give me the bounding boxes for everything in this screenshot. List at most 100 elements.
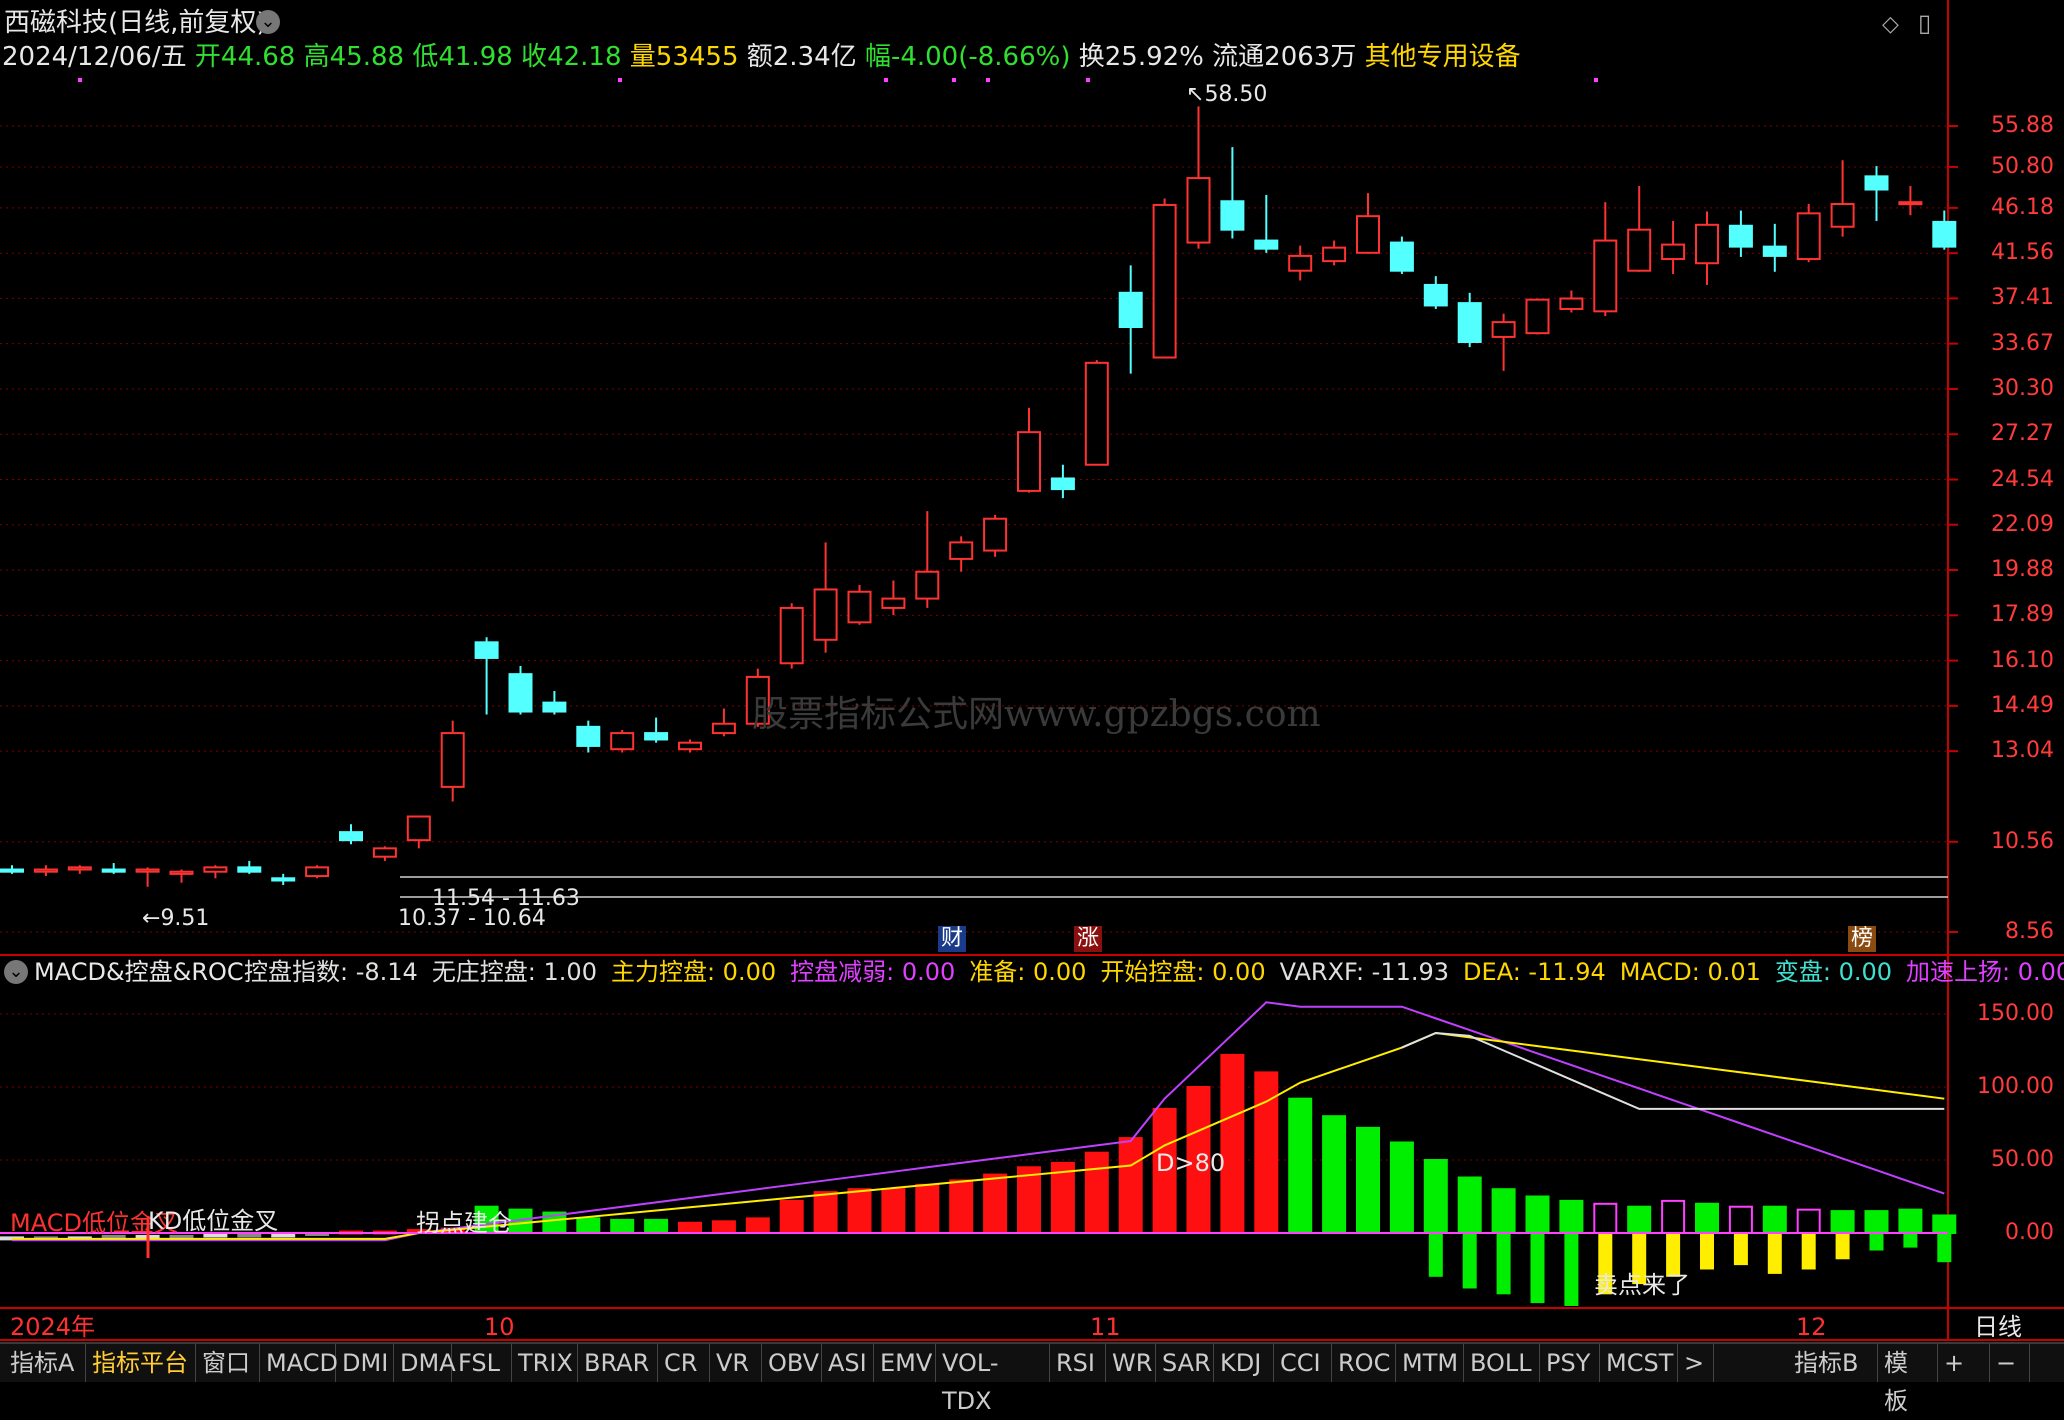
candle-body[interactable] (474, 641, 499, 659)
limit-up-tag[interactable]: 涨 (1074, 926, 1103, 952)
candle-body[interactable] (1796, 212, 1821, 261)
price-tick-label: 14.49 (1991, 692, 2054, 718)
candle-body[interactable] (1423, 283, 1448, 307)
finance-tag[interactable]: 财 (938, 926, 967, 952)
candle-body[interactable] (576, 725, 601, 747)
candle-body[interactable] (542, 701, 567, 713)
candle-body[interactable] (1186, 177, 1211, 244)
candle-body[interactable] (1525, 298, 1550, 335)
macd-bar (711, 1220, 736, 1234)
candle-body[interactable] (1728, 224, 1753, 248)
candle-body[interactable] (1322, 246, 1347, 263)
candle-body[interactable] (1593, 239, 1618, 313)
candle-body[interactable] (644, 732, 669, 741)
macd-bar (1796, 1208, 1821, 1235)
candle-body[interactable] (1864, 175, 1889, 191)
candle-body[interactable] (1898, 201, 1923, 206)
candle-body[interactable] (237, 866, 262, 873)
tab-21[interactable]: MTM (1396, 1344, 1464, 1382)
tab-14[interactable]: VOL-TDX (936, 1344, 1050, 1415)
candle-body[interactable] (169, 870, 194, 875)
candle-body[interactable] (1830, 203, 1855, 228)
candle-body[interactable] (271, 877, 296, 882)
candle-body[interactable] (1084, 361, 1109, 466)
tab-7[interactable]: TRIX (512, 1344, 578, 1382)
indicator-dropdown-icon[interactable]: ⌄ (4, 960, 28, 984)
candle-body[interactable] (305, 866, 330, 878)
candle-body[interactable] (1661, 243, 1686, 261)
candle-body[interactable] (915, 570, 940, 600)
tab-8[interactable]: BRAR (578, 1344, 658, 1382)
tab-10[interactable]: VR (710, 1344, 762, 1382)
candle-body[interactable] (678, 741, 702, 751)
candle-body[interactable] (1017, 431, 1041, 492)
tab-15[interactable]: RSI (1050, 1344, 1106, 1382)
signal-dot (952, 78, 956, 82)
macd-bar (949, 1179, 974, 1234)
candle-body[interactable] (1457, 302, 1482, 343)
candle-body[interactable] (1389, 241, 1414, 272)
candle-body[interactable] (1762, 245, 1787, 257)
candle-body[interactable] (949, 541, 974, 560)
candle-body[interactable] (1491, 321, 1516, 338)
tab-13[interactable]: EMV (874, 1344, 936, 1382)
tab-19[interactable]: CCI (1274, 1344, 1332, 1382)
tab-23[interactable]: PSY (1540, 1344, 1600, 1382)
rank-tag[interactable]: 榜 (1848, 926, 1877, 952)
indicator-tab-bar: 指标A 指标平台 窗口 MACD DMI DMA FSL TRIX BRAR CR VR OBV ASI… (0, 1342, 2064, 1415)
tab-5[interactable]: DMA (394, 1344, 456, 1382)
tab-22[interactable]: BOLL (1464, 1344, 1540, 1382)
candle-body[interactable] (203, 866, 228, 873)
tab-18[interactable]: KDJ (1214, 1344, 1274, 1382)
tab-26[interactable]: 指标B (1788, 1344, 1878, 1382)
candle-body[interactable] (1288, 254, 1313, 272)
tab-11[interactable]: OBV (762, 1344, 822, 1382)
tab-4[interactable]: DMI (336, 1344, 394, 1382)
candle-body[interactable] (813, 588, 838, 641)
tab-16[interactable]: WR (1106, 1344, 1156, 1382)
price-tick-label: 55.88 (1991, 113, 2054, 138)
tab-2[interactable]: 窗口 (196, 1344, 260, 1382)
candle-body[interactable] (711, 722, 736, 735)
candle-body[interactable] (1356, 215, 1380, 254)
candle-body[interactable] (33, 868, 58, 873)
candle-body[interactable] (1627, 228, 1652, 272)
candle-body[interactable] (1152, 203, 1177, 359)
tab-27[interactable]: 模 板 (1878, 1344, 1938, 1415)
candle-body[interactable] (847, 590, 872, 624)
candle-body[interactable] (1695, 223, 1719, 265)
candle-body[interactable] (1220, 200, 1245, 231)
indicator-name[interactable]: MACD&控盘&ROC (34, 957, 244, 987)
candle-body[interactable] (881, 597, 906, 609)
candle-body[interactable] (406, 815, 431, 842)
candle-body[interactable] (779, 606, 804, 665)
tab-24[interactable]: MCST (1600, 1344, 1678, 1382)
candlestick-chart[interactable] (0, 0, 2064, 1380)
tab-1[interactable]: 指标平台 (86, 1344, 196, 1382)
candle-body[interactable] (1559, 297, 1584, 310)
candle-body[interactable] (1118, 291, 1143, 328)
candle-body[interactable] (372, 847, 397, 858)
tab-28[interactable]: + (1938, 1344, 1990, 1382)
tab-12[interactable]: ASI (822, 1344, 874, 1382)
candle-body[interactable] (440, 732, 465, 788)
candle-body[interactable] (610, 732, 635, 751)
tab-3[interactable]: MACD (260, 1344, 338, 1382)
candle-body[interactable] (508, 673, 533, 713)
tab-9[interactable]: CR (658, 1344, 710, 1382)
tab-25[interactable]: > (1678, 1344, 1714, 1382)
candle-body[interactable] (1050, 477, 1075, 491)
candle-body[interactable] (983, 517, 1008, 552)
candle-body[interactable] (339, 831, 363, 842)
tab-0[interactable]: 指标A (4, 1344, 86, 1382)
period-label[interactable]: 日线 (1974, 1312, 2022, 1342)
candle-body[interactable] (1254, 239, 1279, 250)
candle-body[interactable] (0, 868, 24, 873)
tab-6[interactable]: FSL (452, 1344, 512, 1382)
tab-17[interactable]: SAR (1156, 1344, 1214, 1382)
candle-body[interactable] (101, 868, 126, 873)
tab-20[interactable]: ROC (1332, 1344, 1396, 1382)
candle-body[interactable] (135, 868, 160, 873)
candle-body[interactable] (67, 866, 92, 871)
tab-29[interactable]: − (1990, 1344, 2030, 1382)
